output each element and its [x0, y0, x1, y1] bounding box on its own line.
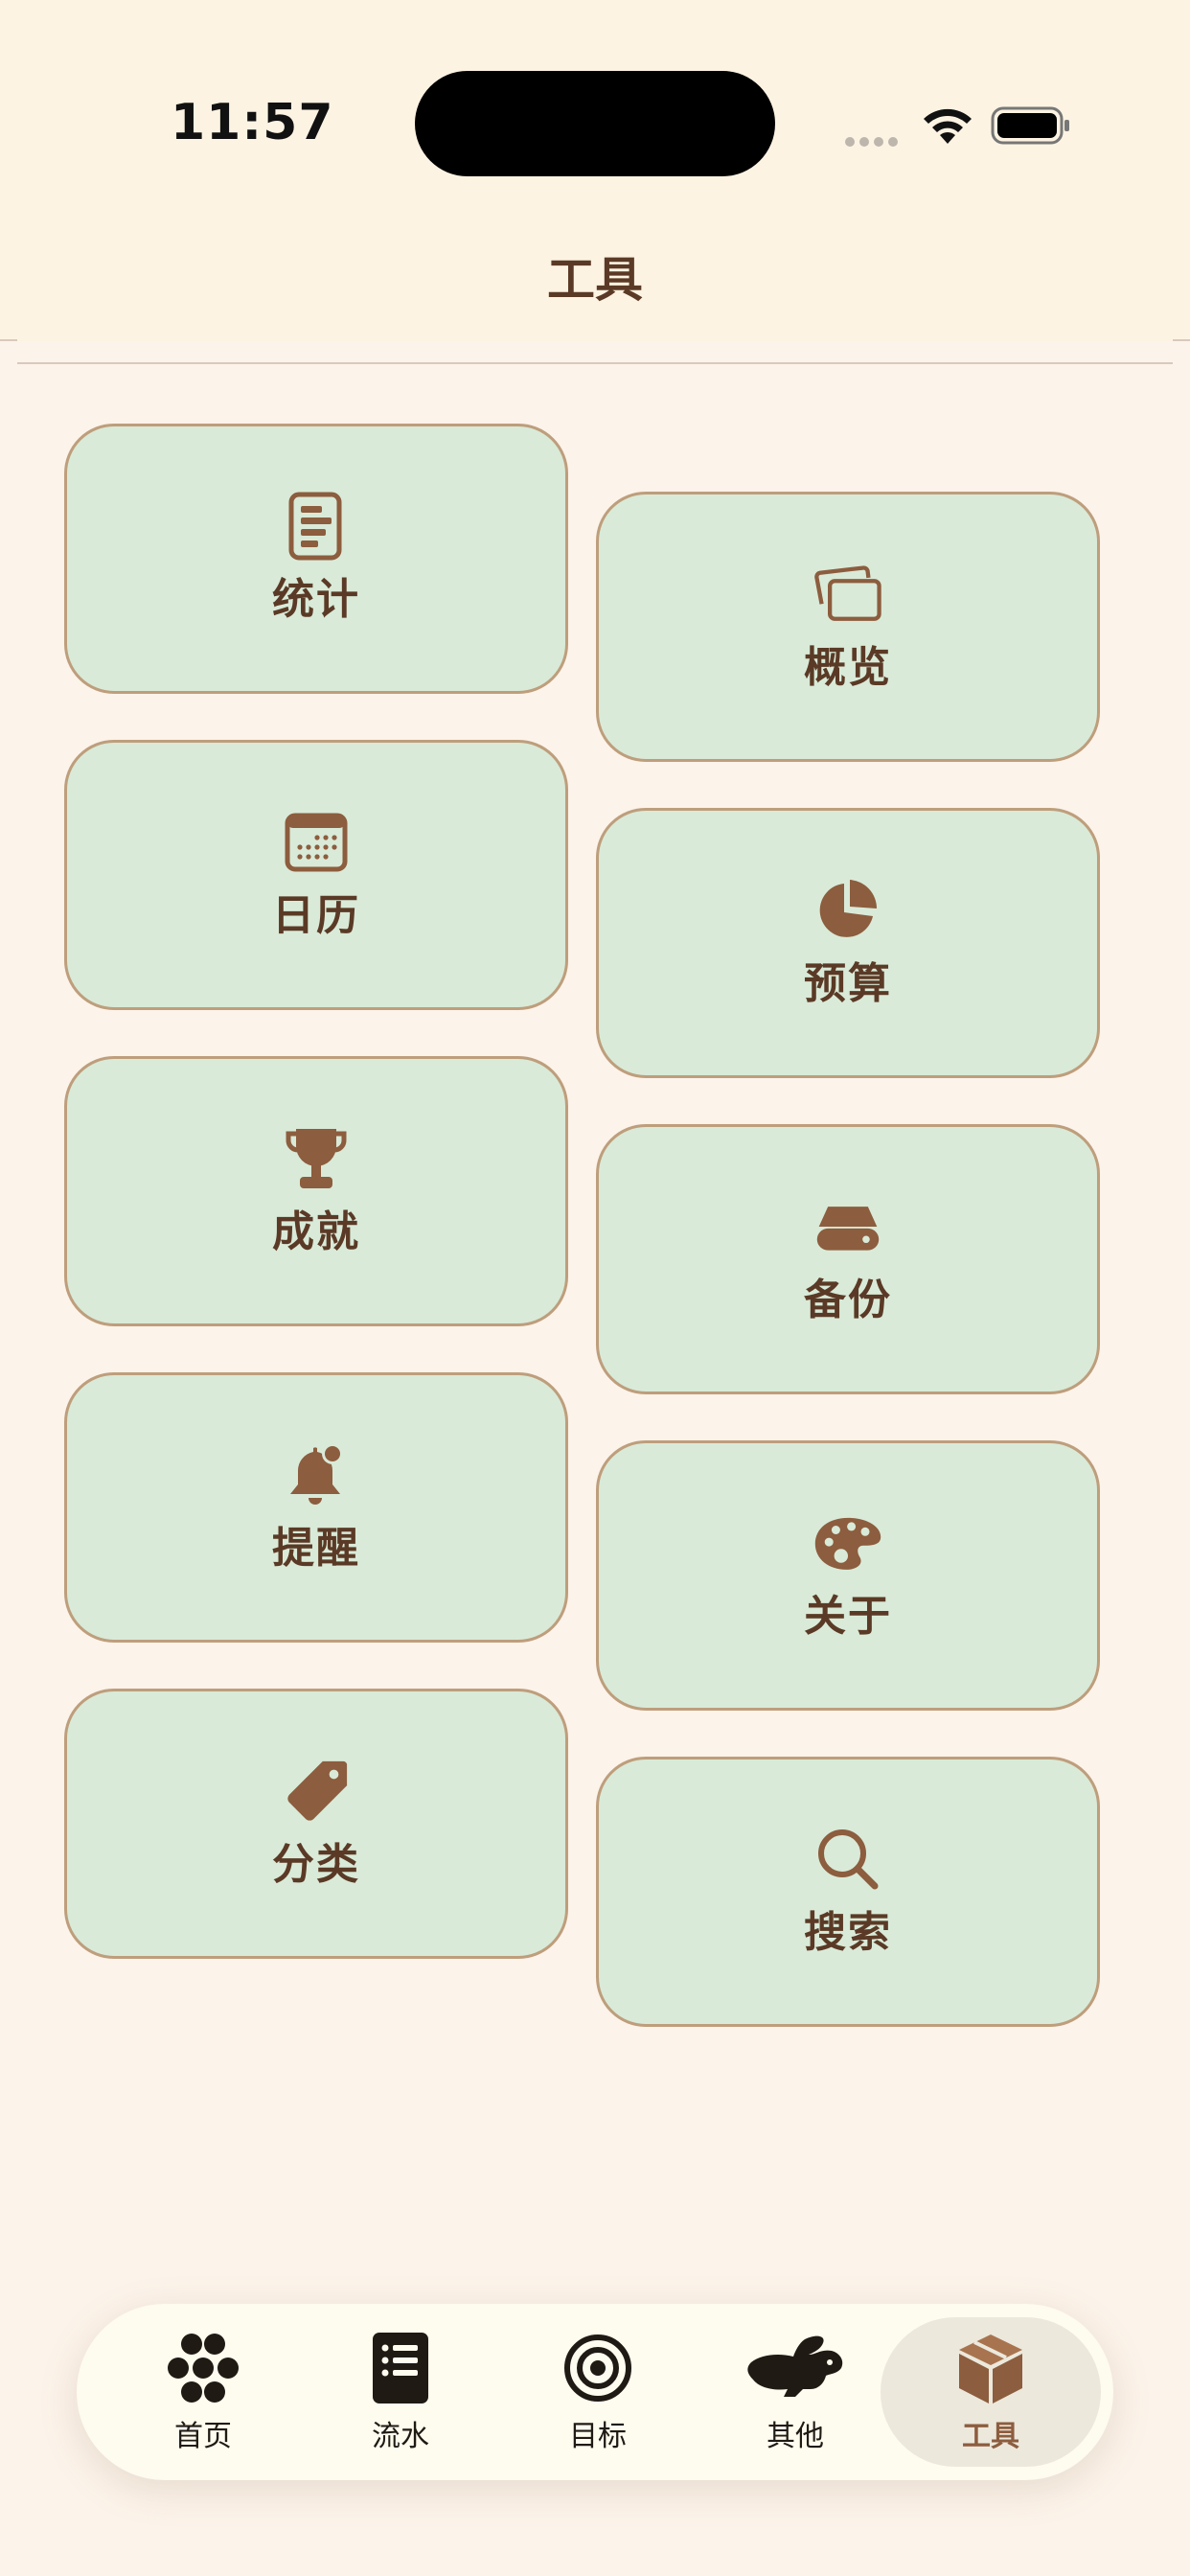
tool-card-label: 日历 [272, 891, 360, 940]
search-icon [813, 1825, 882, 1894]
tab-label: 首页 [174, 2420, 232, 2453]
target-icon [563, 2330, 632, 2406]
tool-card-about[interactable]: 关于 [596, 1440, 1100, 1711]
tab-label: 其他 [767, 2420, 824, 2453]
tool-card-reminders[interactable]: 提醒 [64, 1372, 568, 1643]
flower-dots-icon [165, 2330, 241, 2406]
tool-card-budget[interactable]: 预算 [596, 808, 1100, 1078]
tool-card-categories[interactable]: 分类 [64, 1689, 568, 1959]
tool-card-label: 分类 [272, 1840, 360, 1889]
drive-icon [813, 1192, 882, 1261]
palette-icon [813, 1508, 882, 1577]
tool-card-label: 预算 [804, 959, 892, 1008]
tool-card-label: 备份 [804, 1276, 892, 1324]
document-chart-icon [282, 492, 351, 561]
tool-card-label: 提醒 [272, 1524, 360, 1573]
battery-icon [991, 105, 1071, 150]
tool-card-label: 搜索 [804, 1908, 892, 1957]
page-title: 工具 [547, 252, 643, 308]
header-divider [17, 362, 1173, 364]
tool-card-stats[interactable]: 统计 [64, 424, 568, 694]
tool-card-label: 统计 [272, 575, 360, 624]
tool-card-calendar[interactable]: 日历 [64, 740, 568, 1010]
trophy-icon [282, 1124, 351, 1193]
divider [1173, 339, 1190, 341]
tool-card-label: 成就 [272, 1208, 360, 1256]
tab-tools[interactable]: 工具 [881, 2317, 1101, 2467]
divider [0, 339, 17, 341]
tool-card-overview[interactable]: 概览 [596, 492, 1100, 762]
tool-card-label: 概览 [804, 643, 892, 692]
signal-dots-icon [845, 132, 903, 150]
pie-chart-icon [813, 876, 882, 945]
tag-icon [282, 1757, 351, 1826]
tool-card-achievements[interactable]: 成就 [64, 1056, 568, 1326]
tab-label: 工具 [962, 2420, 1019, 2453]
dynamic-island [415, 71, 775, 176]
calendar-icon [282, 808, 351, 877]
list-document-icon [371, 2330, 430, 2406]
tab-other[interactable]: 其他 [697, 2317, 894, 2467]
tool-card-backup[interactable]: 备份 [596, 1124, 1100, 1394]
tab-goals[interactable]: 目标 [499, 2317, 697, 2467]
wifi-icon [920, 105, 975, 150]
tab-transactions[interactable]: 流水 [302, 2317, 499, 2467]
tab-bar: 首页 流水 目标 其他 工具 [77, 2304, 1113, 2480]
bell-badge-icon [282, 1440, 351, 1509]
status-time: 11:57 [171, 94, 334, 151]
rabbit-icon [745, 2330, 845, 2406]
tool-card-label: 关于 [804, 1592, 892, 1641]
tab-label: 目标 [569, 2420, 627, 2453]
tool-card-search[interactable]: 搜索 [596, 1757, 1100, 2027]
stacked-cards-icon [813, 560, 882, 629]
tab-label: 流水 [372, 2420, 429, 2453]
tab-home[interactable]: 首页 [104, 2317, 302, 2467]
box-icon [955, 2330, 1026, 2406]
